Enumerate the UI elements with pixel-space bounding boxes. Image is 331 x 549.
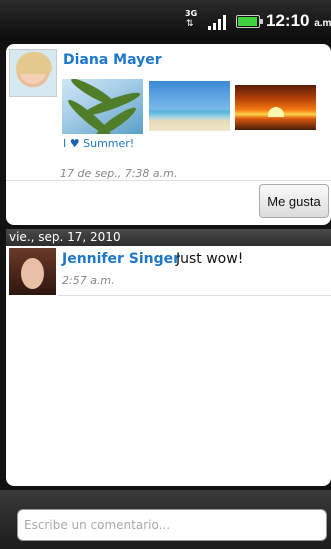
comment-timestamp: 2:57 a.m. <box>62 274 115 287</box>
heart-icon: ♥ <box>69 137 80 150</box>
avatar[interactable] <box>9 248 56 295</box>
beach-photo[interactable] <box>149 81 230 131</box>
clock-time: 12:10 <box>266 11 310 30</box>
post-divider <box>6 180 331 181</box>
avatar[interactable] <box>9 49 57 97</box>
post-author-link[interactable]: Diana Mayer <box>63 52 162 68</box>
comment-divider <box>58 295 331 296</box>
date-header: vie., sep. 17, 2010 <box>6 229 331 246</box>
status-bar: 3G ⇅ 12:10 a.m. <box>0 0 331 40</box>
caption-suffix: Summer! <box>83 137 135 150</box>
post-caption: I ♥ Summer! <box>63 137 134 150</box>
status-clock: 12:10 a.m. <box>266 11 331 31</box>
signal-strength-icon <box>208 14 228 30</box>
comments-list: Jennifer Singer Just wow! 2:57 a.m. <box>6 246 331 486</box>
network-type-label: 3G <box>185 9 198 18</box>
clock-ampm: a.m. <box>314 18 331 29</box>
comment-author-link[interactable]: Jennifer Singer <box>62 251 180 267</box>
like-button[interactable]: Me gusta <box>259 184 329 218</box>
sunset-photo[interactable] <box>235 85 316 130</box>
comment-input[interactable] <box>17 509 327 541</box>
post-card: Diana Mayer I ♥ Summer! 17 de sep., 7:38… <box>6 44 331 225</box>
network-3g-icon: 3G ⇅ <box>185 9 199 31</box>
post-timestamp: 17 de sep., 7:38 a.m. <box>60 167 178 180</box>
caption-prefix: I <box>63 137 67 150</box>
data-arrows-icon: ⇅ <box>186 19 194 29</box>
battery-icon <box>236 15 263 28</box>
palm-photo[interactable] <box>62 79 143 134</box>
comment-text: Just wow! <box>176 251 244 267</box>
